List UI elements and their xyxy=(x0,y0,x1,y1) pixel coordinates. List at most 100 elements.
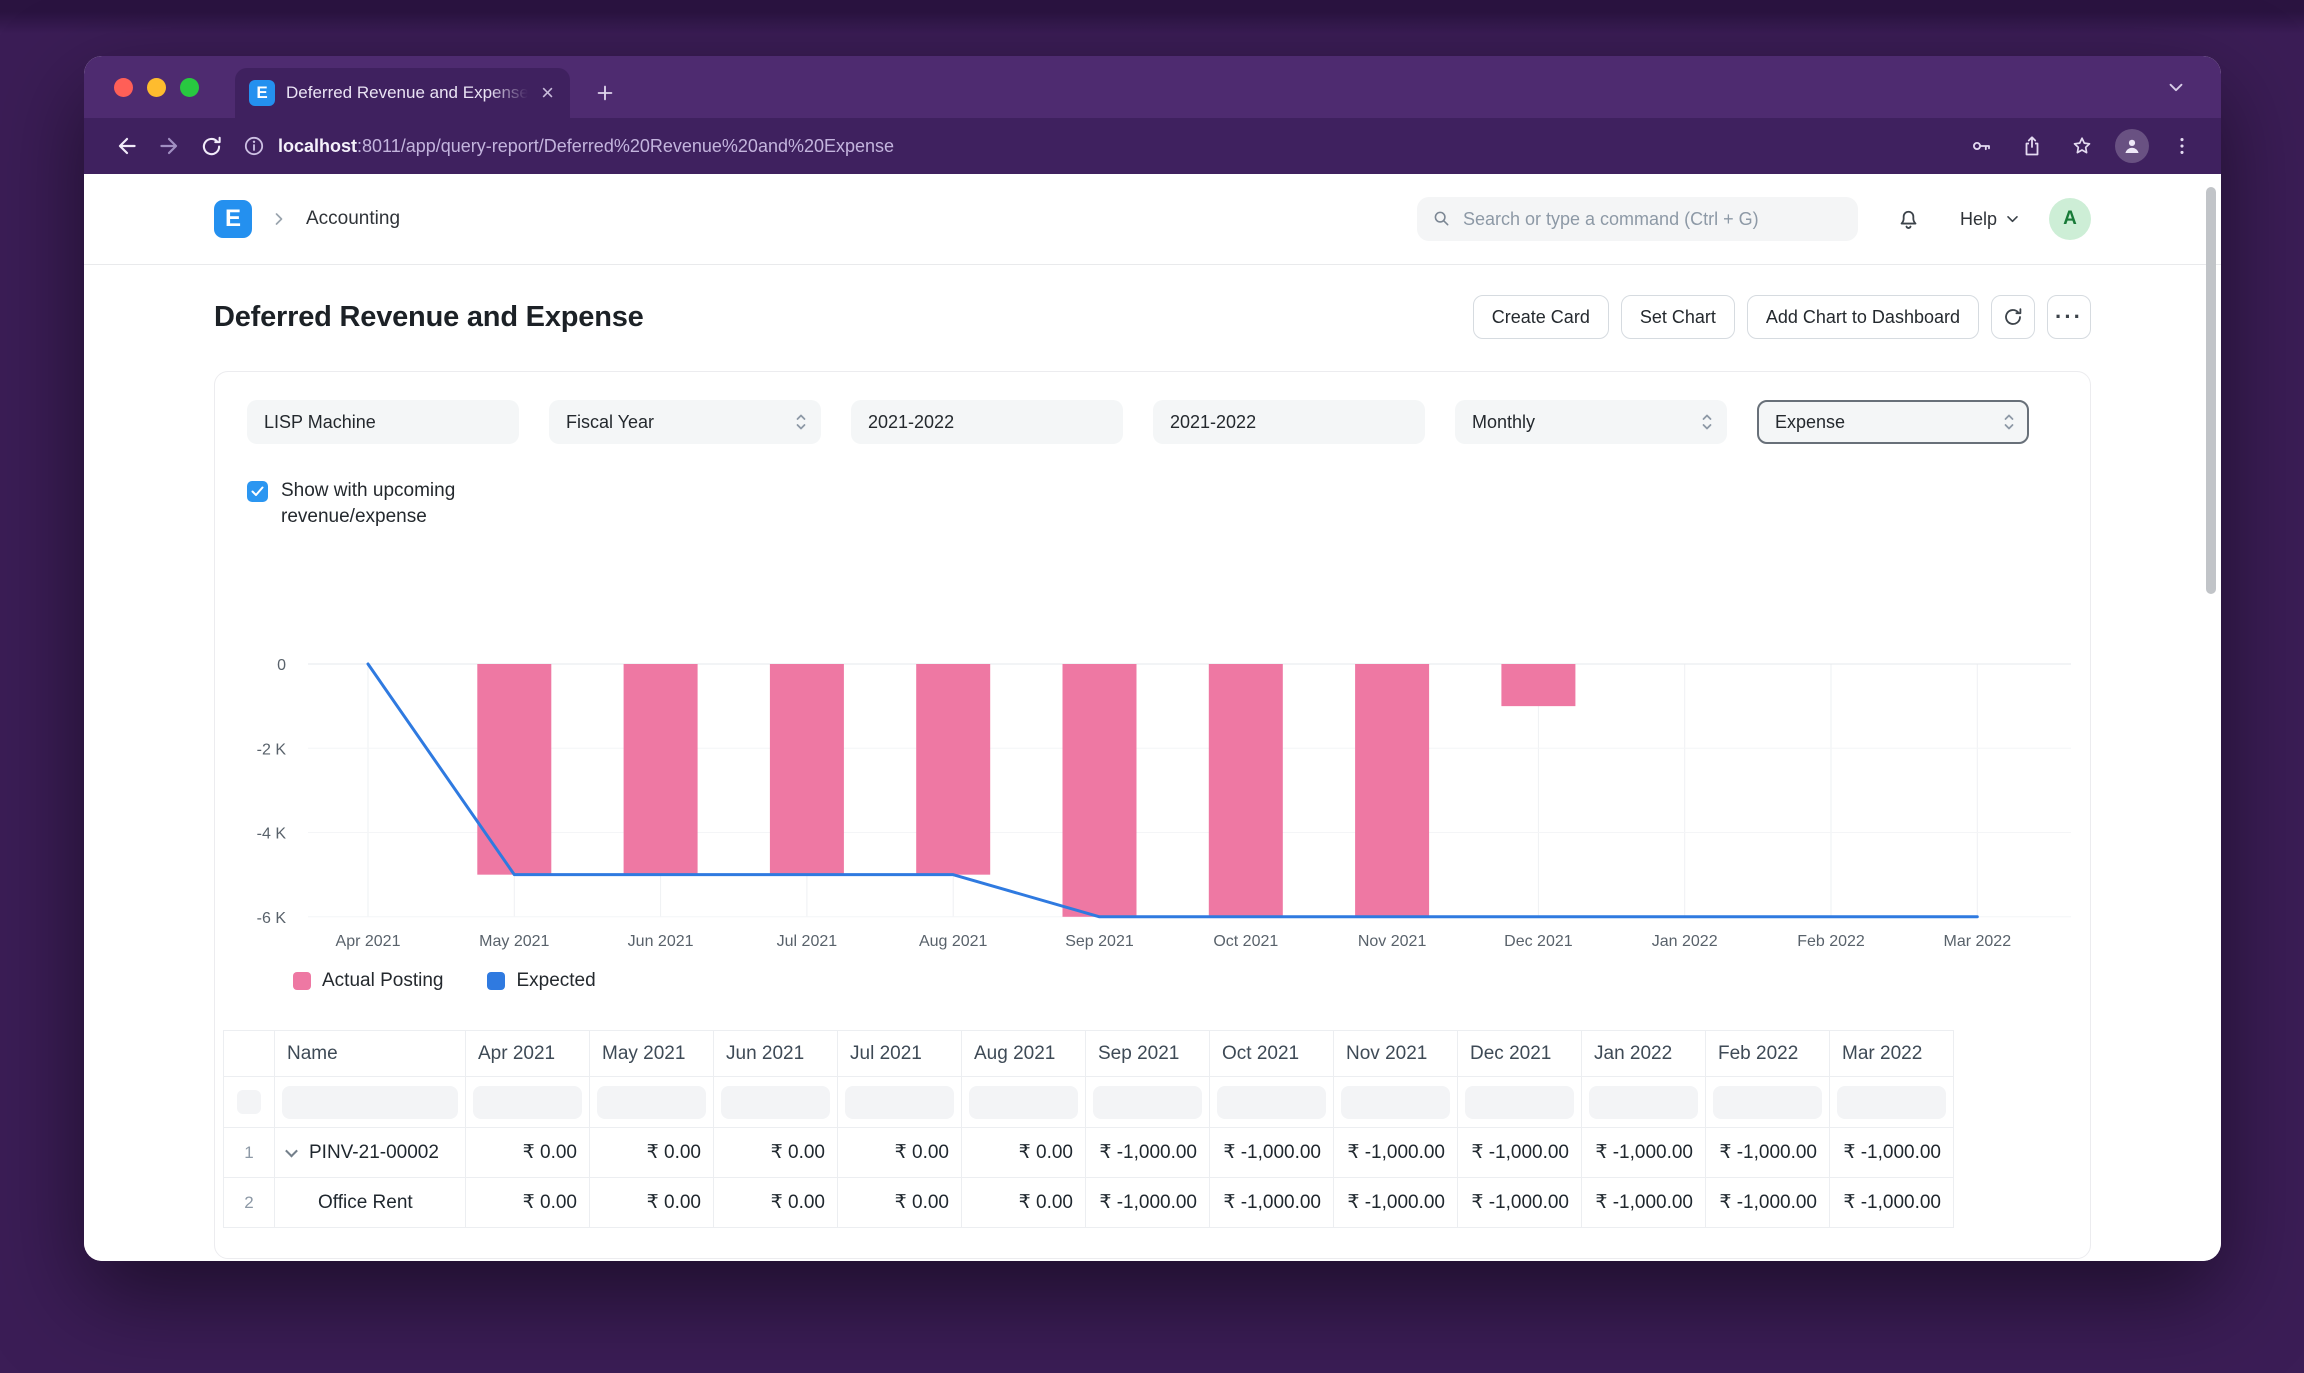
set-chart-button[interactable]: Set Chart xyxy=(1621,295,1735,339)
chart-bar-actual-posting[interactable] xyxy=(1501,664,1575,706)
table-filter-input-mar-2022[interactable] xyxy=(1837,1086,1946,1119)
table-select-box[interactable] xyxy=(237,1090,261,1114)
row-value-cell: ₹ -1,000.00 xyxy=(1210,1178,1334,1228)
table-header-jul-2021[interactable]: Jul 2021 xyxy=(838,1031,962,1077)
row-value-cell: ₹ 0.00 xyxy=(466,1128,590,1178)
table-filter-input-jun-2021[interactable] xyxy=(721,1086,830,1119)
refresh-button[interactable] xyxy=(1991,295,2035,339)
table-header-jun-2021[interactable]: Jun 2021 xyxy=(714,1031,838,1077)
table-header-name[interactable]: Name xyxy=(275,1031,466,1077)
page-head: Deferred Revenue and Expense Create Card… xyxy=(214,295,2091,339)
table-filter-input-sep-2021[interactable] xyxy=(1093,1086,1202,1119)
table-filter-input-jan-2022[interactable] xyxy=(1589,1086,1698,1119)
page-scrollbar[interactable] xyxy=(2206,187,2216,594)
from-fiscal-year-input[interactable] xyxy=(851,400,1123,444)
browser-profile-button[interactable] xyxy=(2115,129,2149,163)
site-info-icon[interactable] xyxy=(242,134,266,158)
table-header-apr-2021[interactable]: Apr 2021 xyxy=(466,1031,590,1077)
type-select[interactable] xyxy=(1757,400,2029,444)
add-chart-to-dashboard-button[interactable]: Add Chart to Dashboard xyxy=(1747,295,1979,339)
chart-xtick-label: Apr 2021 xyxy=(336,933,401,950)
table-header-may-2021[interactable]: May 2021 xyxy=(590,1031,714,1077)
row-value-cell: ₹ -1,000.00 xyxy=(1210,1128,1334,1178)
filter-based-on-select[interactable] xyxy=(549,400,821,444)
more-options-button[interactable]: ··· xyxy=(2047,295,2091,339)
table-filter-input-feb-2022[interactable] xyxy=(1713,1086,1822,1119)
chart-bar-actual-posting[interactable] xyxy=(1355,664,1429,917)
filter-based-on-input[interactable] xyxy=(549,400,821,444)
address-bar[interactable]: localhost:8011/app/query-report/Deferred… xyxy=(242,134,1951,158)
url-text[interactable]: localhost:8011/app/query-report/Deferred… xyxy=(278,136,894,157)
table-filter-input-oct-2021[interactable] xyxy=(1217,1086,1326,1119)
upcoming-checkbox-label[interactable]: Show with upcoming revenue/expense xyxy=(281,478,499,529)
table-filter-input-may-2021[interactable] xyxy=(597,1086,706,1119)
bookmark-button[interactable] xyxy=(2065,129,2099,163)
chart-bar-actual-posting[interactable] xyxy=(477,664,551,875)
table-header-aug-2021[interactable]: Aug 2021 xyxy=(962,1031,1086,1077)
search-input[interactable] xyxy=(1463,209,1844,230)
row-name-cell[interactable]: Office Rent xyxy=(275,1178,466,1228)
zoom-window-button[interactable] xyxy=(180,78,199,97)
chart-bar-actual-posting[interactable] xyxy=(624,664,698,875)
back-button[interactable] xyxy=(106,125,148,167)
table-filter-input-name[interactable] xyxy=(282,1086,458,1119)
from-fiscal-year-filter[interactable] xyxy=(851,400,1123,444)
password-manager-button[interactable] xyxy=(1965,129,1999,163)
table-header-feb-2022[interactable]: Feb 2022 xyxy=(1706,1031,1830,1077)
kebab-menu-icon xyxy=(2171,135,2193,157)
breadcrumb-accounting[interactable]: Accounting xyxy=(306,208,400,230)
to-fiscal-year-filter[interactable] xyxy=(1153,400,1425,444)
to-fiscal-year-input[interactable] xyxy=(1153,400,1425,444)
table-filter-input-nov-2021[interactable] xyxy=(1341,1086,1450,1119)
chart-bar-actual-posting[interactable] xyxy=(770,664,844,875)
company-filter[interactable] xyxy=(247,400,519,444)
table-filter-input-dec-2021[interactable] xyxy=(1465,1086,1574,1119)
legend-swatch xyxy=(293,972,311,990)
periodicity-input[interactable] xyxy=(1455,400,1727,444)
table-row: 2Office Rent₹ 0.00₹ 0.00₹ 0.00₹ 0.00₹ 0.… xyxy=(224,1178,1954,1228)
row-name-cell[interactable]: PINV-21-00002 xyxy=(275,1128,466,1178)
chart-bar-actual-posting[interactable] xyxy=(1063,664,1137,917)
browser-tab[interactable]: E Deferred Revenue and Expense × xyxy=(235,68,570,118)
new-tab-button[interactable] xyxy=(586,74,624,112)
table-header-jan-2022[interactable]: Jan 2022 xyxy=(1582,1031,1706,1077)
create-card-button[interactable]: Create Card xyxy=(1473,295,1609,339)
forward-button[interactable] xyxy=(148,125,190,167)
reload-icon xyxy=(199,134,224,159)
minimize-window-button[interactable] xyxy=(147,78,166,97)
table-header-dec-2021[interactable]: Dec 2021 xyxy=(1458,1031,1582,1077)
chart-line-expected[interactable] xyxy=(368,664,1977,917)
navbar-right: Help A xyxy=(1417,197,2091,241)
table-header-nov-2021[interactable]: Nov 2021 xyxy=(1334,1031,1458,1077)
close-window-button[interactable] xyxy=(114,78,133,97)
notifications-button[interactable] xyxy=(1888,198,1930,240)
browser-menu-button[interactable] xyxy=(2165,129,2199,163)
bell-icon xyxy=(1895,206,1922,233)
row-value-cell: ₹ -1,000.00 xyxy=(1582,1128,1706,1178)
erpnext-logo[interactable]: E xyxy=(214,200,252,238)
reload-button[interactable] xyxy=(190,125,232,167)
table-filter-input-apr-2021[interactable] xyxy=(473,1086,582,1119)
user-avatar[interactable]: A xyxy=(2049,198,2091,240)
legend-swatch xyxy=(487,972,505,990)
table-header-mar-2022[interactable]: Mar 2022 xyxy=(1830,1031,1954,1077)
chart-xtick-label: Jul 2021 xyxy=(777,933,838,950)
tab-close-icon[interactable]: × xyxy=(539,82,556,104)
chart-xtick-label: May 2021 xyxy=(479,933,549,950)
table-header-sep-2021[interactable]: Sep 2021 xyxy=(1086,1031,1210,1077)
help-menu[interactable]: Help xyxy=(1960,209,2019,230)
type-input[interactable] xyxy=(1757,400,2029,444)
share-button[interactable] xyxy=(2015,129,2049,163)
chart-bar-actual-posting[interactable] xyxy=(916,664,990,875)
table-filter-input-aug-2021[interactable] xyxy=(969,1086,1078,1119)
table-filter-input-jul-2021[interactable] xyxy=(845,1086,954,1119)
row-expand-chevron-icon[interactable] xyxy=(285,1145,298,1158)
upcoming-checkbox[interactable] xyxy=(247,481,268,502)
company-input[interactable] xyxy=(247,400,519,444)
tab-search-button[interactable] xyxy=(2159,70,2193,104)
global-search[interactable] xyxy=(1417,197,1858,241)
periodicity-select[interactable] xyxy=(1455,400,1727,444)
row-value-cell: ₹ 0.00 xyxy=(962,1128,1086,1178)
table-header-oct-2021[interactable]: Oct 2021 xyxy=(1210,1031,1334,1077)
chart-bar-actual-posting[interactable] xyxy=(1209,664,1283,917)
